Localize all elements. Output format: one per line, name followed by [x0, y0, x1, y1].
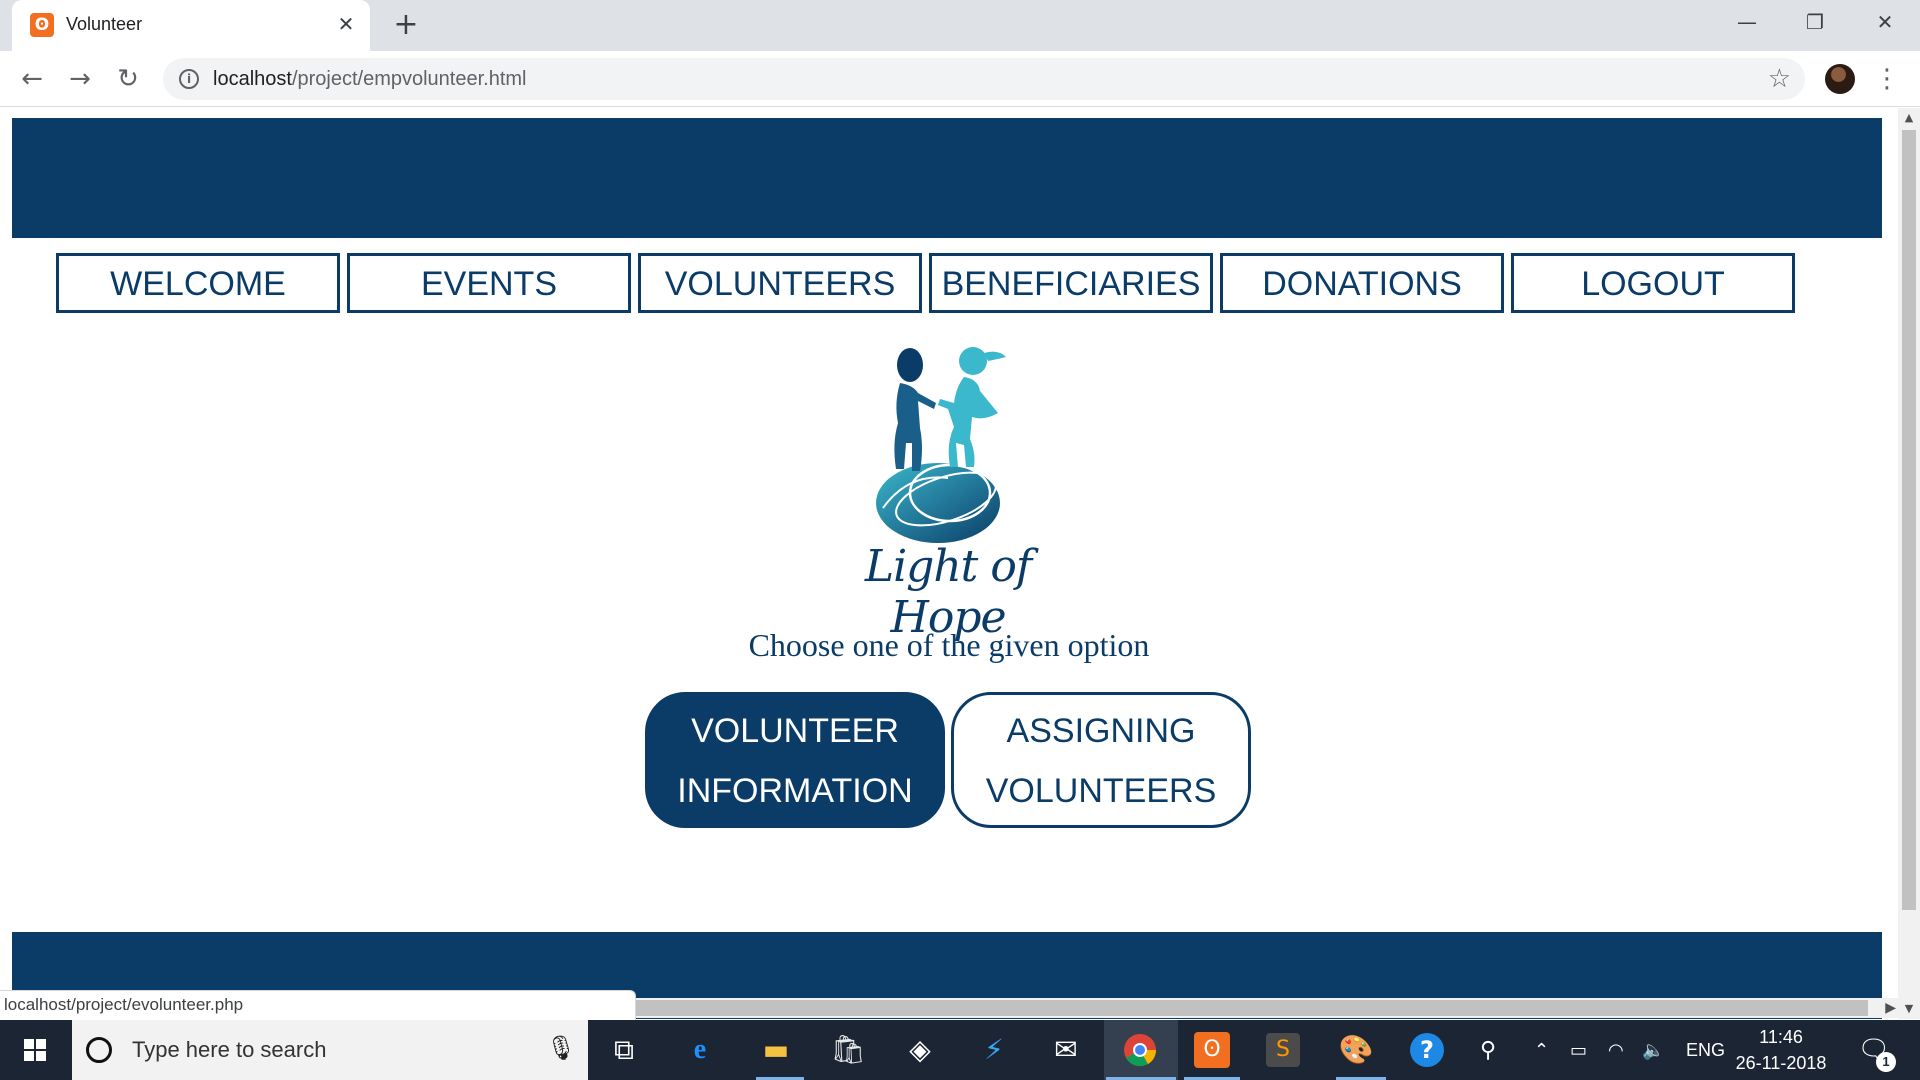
minimize-button[interactable]: — — [1724, 6, 1770, 38]
dropbox-icon[interactable]: ◈ — [900, 1030, 940, 1070]
bookmark-star-icon[interactable]: ☆ — [1768, 64, 1791, 94]
vertical-scrollbar[interactable]: ▲ ▼ — [1898, 108, 1920, 1019]
volume-icon[interactable]: 🔈 — [1642, 1020, 1664, 1080]
file-explorer-icon[interactable]: ▬ — [756, 1030, 796, 1070]
browser-menu-icon[interactable]: ⋮ — [1874, 61, 1900, 97]
nav-volunteers[interactable]: VOLUNTEERS — [638, 253, 922, 313]
wifi-icon[interactable]: ◠ — [1608, 1020, 1624, 1080]
sublime-text-icon[interactable]: S — [1266, 1033, 1300, 1067]
mail-icon[interactable]: ✉ — [1046, 1030, 1086, 1070]
forward-arrow-icon[interactable]: → — [62, 61, 98, 97]
status-url-bubble: localhost/project/evolunteer.php — [0, 990, 636, 1020]
visual-studio-code-icon[interactable]: ⚡ — [974, 1030, 1014, 1070]
profile-avatar[interactable] — [1825, 64, 1855, 94]
paint-icon[interactable]: 🎨 — [1336, 1030, 1376, 1070]
notification-count-badge: 1 — [1876, 1052, 1896, 1072]
people-icon[interactable]: ⚲ — [1480, 1020, 1496, 1080]
horizontal-scroll-thumb[interactable] — [636, 1000, 1868, 1016]
assigning-line1: ASSIGNING — [1006, 712, 1196, 750]
cortana-icon — [86, 1037, 112, 1063]
input-language[interactable]: ENG — [1686, 1020, 1725, 1080]
address-bar[interactable]: i localhost/project/empvolunteer.html ☆ — [163, 58, 1805, 100]
help-icon[interactable]: ? — [1410, 1033, 1444, 1067]
nav-events[interactable]: EVENTS — [347, 253, 631, 313]
volunteer-information-button[interactable]: VOLUNTEER INFORMATION — [645, 692, 945, 828]
taskbar-search[interactable]: Type here to search 🎙 — [72, 1020, 588, 1080]
tab-title: Volunteer — [66, 14, 143, 34]
site-header-banner — [12, 118, 1882, 238]
info-icon[interactable]: i — [179, 69, 199, 89]
store-icon[interactable]: 🛍 — [828, 1030, 868, 1070]
clock-time: 11:46 — [1759, 1027, 1803, 1047]
close-tab-icon[interactable]: ✕ — [334, 12, 358, 36]
windows-taskbar: Type here to search 🎙 ⧉ e ▬ 🛍 ◈ ⚡ ✉ ʘ S … — [0, 1020, 1920, 1080]
nav-donations[interactable]: DONATIONS — [1220, 253, 1504, 313]
page-viewport: WELCOME EVENTS VOLUNTEERS BENEFICIARIES … — [0, 108, 1898, 1019]
choose-option-text: Choose one of the given option — [748, 627, 1150, 663]
browser-toolbar: ← → ↻ i localhost/project/empvolunteer.h… — [0, 51, 1920, 107]
chrome-icon[interactable] — [1120, 1030, 1160, 1070]
url-text[interactable]: localhost/project/empvolunteer.html — [213, 68, 527, 91]
volunteer-info-line1: VOLUNTEER — [691, 712, 899, 750]
horizontal-scrollbar[interactable]: ▶ — [636, 998, 1898, 1018]
xampp-taskbar-icon[interactable]: ʘ — [1194, 1032, 1230, 1068]
volunteer-info-line2: INFORMATION — [677, 772, 913, 810]
new-tab-button[interactable]: + — [390, 10, 422, 42]
nav-beneficiaries[interactable]: BENEFICIARIES — [929, 253, 1213, 313]
show-hidden-icons-chevron[interactable]: ⌃ — [1534, 1020, 1549, 1080]
start-button[interactable] — [0, 1020, 70, 1080]
back-arrow-icon[interactable]: ← — [14, 61, 50, 97]
clock-date: 26-11-2018 — [1735, 1053, 1827, 1073]
windows-logo-icon — [24, 1039, 46, 1061]
battery-icon[interactable]: ▭ — [1570, 1020, 1587, 1080]
url-host: localhost — [213, 68, 292, 90]
restore-button[interactable]: ❐ — [1792, 6, 1838, 38]
scroll-down-icon[interactable]: ▼ — [1898, 999, 1920, 1019]
window-close-button[interactable]: ✕ — [1862, 6, 1908, 38]
scroll-right-icon[interactable]: ▶ — [1885, 998, 1896, 1018]
assigning-volunteers-button[interactable]: ASSIGNING VOLUNTEERS — [951, 692, 1251, 828]
nav-logout[interactable]: LOGOUT — [1511, 253, 1795, 313]
reload-icon[interactable]: ↻ — [110, 61, 146, 97]
vertical-scroll-thumb[interactable] — [1902, 130, 1916, 910]
browser-tabstrip: ʘ Volunteer ✕ + — ❐ ✕ — [0, 0, 1920, 51]
scroll-up-icon[interactable]: ▲ — [1898, 108, 1920, 128]
edge-browser-icon[interactable]: e — [680, 1030, 720, 1070]
taskbar-search-placeholder: Type here to search — [132, 1037, 327, 1062]
system-clock[interactable]: 11:46 26-11-2018 — [1726, 1024, 1836, 1076]
children-globe-icon — [876, 347, 1006, 543]
nav-welcome[interactable]: WELCOME — [56, 253, 340, 313]
site-logo: Light of Hope — [838, 343, 1058, 643]
xampp-icon: ʘ — [30, 13, 54, 37]
url-path: /project/empvolunteer.html — [291, 68, 527, 90]
browser-tab[interactable]: ʘ Volunteer ✕ — [12, 0, 370, 51]
microphone-icon[interactable]: 🎙 — [546, 1034, 576, 1062]
task-view-icon[interactable]: ⧉ — [604, 1030, 644, 1070]
assigning-line2: VOLUNTEERS — [985, 772, 1217, 810]
